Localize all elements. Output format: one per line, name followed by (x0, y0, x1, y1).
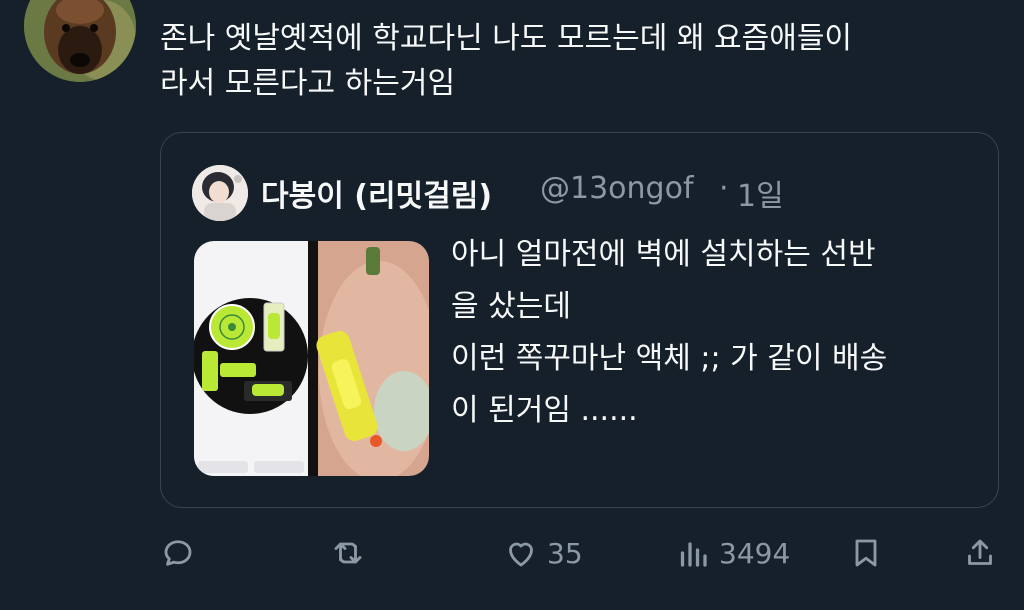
view-count: 3494 (719, 536, 791, 570)
like-button[interactable]: 35 (503, 530, 583, 576)
share-icon (968, 539, 992, 565)
quoted-avatar-image (192, 165, 248, 221)
quoted-timestamp[interactable]: 1일 (737, 171, 784, 215)
retweet-icon (334, 542, 362, 564)
separator-dot: · (719, 171, 729, 206)
tweet[interactable]: 존나 옛날옛적에 학교다닌 나도 모르는데 왜 요즘애들이 라서 모른다고 하는… (0, 0, 1024, 610)
views-button[interactable]: 3494 (675, 530, 790, 576)
quoted-media-thumbnail[interactable] (194, 241, 429, 476)
quoted-text-line: 을 샀는데 (451, 289, 571, 324)
author-avatar[interactable] (24, 0, 136, 82)
quoted-tweet-card[interactable]: 다봉이 (리밋걸림) @13ongof · 1일 아니 얼마전에 벽에 설치하는… (160, 132, 999, 508)
tweet-text-line: 존나 옛날옛적에 학교다닌 나도 모르는데 왜 요즘애들이 (160, 21, 853, 56)
quoted-text-line: 아니 얼마전에 벽에 설치하는 선반 (451, 237, 876, 272)
bookmark-button[interactable] (848, 530, 884, 576)
tweet-text: 존나 옛날옛적에 학교다닌 나도 모르는데 왜 요즘애들이 라서 모른다고 하는… (160, 16, 990, 106)
reply-icon (164, 540, 192, 566)
tweet-text-line: 라서 모른다고 하는거임 (160, 66, 456, 101)
quoted-text-line: 이 된거임 ...... (451, 393, 638, 428)
quoted-display-name[interactable]: 다봉이 (리밋걸림) (261, 171, 492, 215)
like-count: 35 (547, 536, 583, 570)
bookmark-icon (855, 539, 877, 567)
tweet-action-bar: 35 3494 (160, 530, 1000, 580)
bubble-level-photo (194, 241, 429, 476)
share-button[interactable] (962, 530, 998, 576)
retweet-button[interactable] (330, 530, 374, 576)
quoted-handle[interactable]: @13ongof (540, 171, 694, 206)
reply-button[interactable] (160, 530, 204, 576)
quoted-text-line: 이런 쪽꾸마난 액체 ;; 가 같이 배송 (451, 341, 888, 376)
heart-icon (509, 542, 533, 567)
views-chart-icon (680, 542, 707, 567)
dog-avatar-image (24, 0, 136, 82)
quoted-tweet-text: 아니 얼마전에 벽에 설치하는 선반 을 샀는데 이런 쪽꾸마난 액체 ;; 가… (451, 229, 981, 437)
quoted-author-avatar[interactable] (192, 165, 248, 221)
